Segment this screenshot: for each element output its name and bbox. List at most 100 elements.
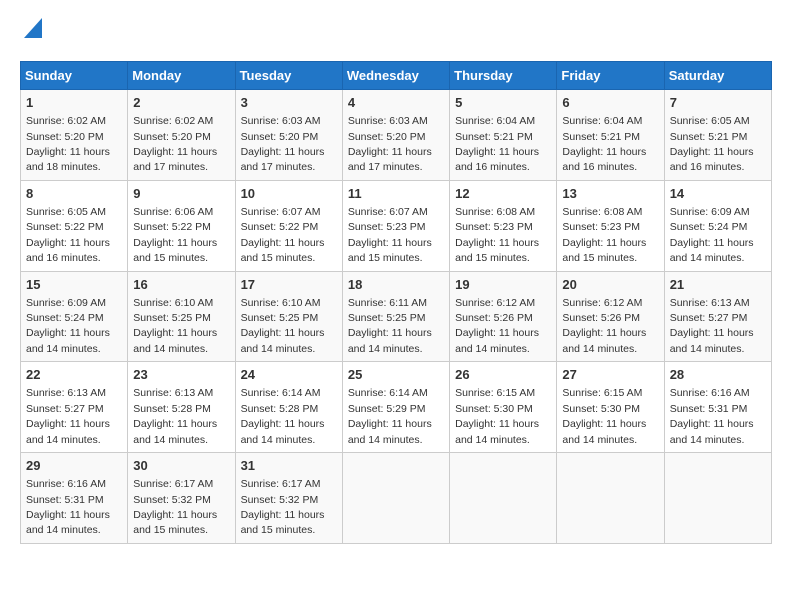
day-number: 20	[562, 276, 658, 294]
day-number: 19	[455, 276, 551, 294]
day-number: 12	[455, 185, 551, 203]
day-detail: Sunrise: 6:10 AMSunset: 5:25 PMDaylight:…	[133, 297, 217, 355]
day-number: 5	[455, 94, 551, 112]
day-number: 14	[670, 185, 766, 203]
day-detail: Sunrise: 6:10 AMSunset: 5:25 PMDaylight:…	[241, 297, 325, 355]
calendar-cell: 18 Sunrise: 6:11 AMSunset: 5:25 PMDaylig…	[342, 271, 449, 362]
calendar-week-4: 22 Sunrise: 6:13 AMSunset: 5:27 PMDaylig…	[21, 362, 772, 453]
day-number: 8	[26, 185, 122, 203]
day-detail: Sunrise: 6:07 AMSunset: 5:23 PMDaylight:…	[348, 206, 432, 264]
day-detail: Sunrise: 6:05 AMSunset: 5:22 PMDaylight:…	[26, 206, 110, 264]
day-detail: Sunrise: 6:07 AMSunset: 5:22 PMDaylight:…	[241, 206, 325, 264]
day-detail: Sunrise: 6:13 AMSunset: 5:27 PMDaylight:…	[26, 387, 110, 445]
calendar-cell: 17 Sunrise: 6:10 AMSunset: 5:25 PMDaylig…	[235, 271, 342, 362]
day-detail: Sunrise: 6:13 AMSunset: 5:27 PMDaylight:…	[670, 297, 754, 355]
calendar-cell: 29 Sunrise: 6:16 AMSunset: 5:31 PMDaylig…	[21, 453, 128, 544]
calendar-cell: 26 Sunrise: 6:15 AMSunset: 5:30 PMDaylig…	[450, 362, 557, 453]
calendar-cell: 19 Sunrise: 6:12 AMSunset: 5:26 PMDaylig…	[450, 271, 557, 362]
day-detail: Sunrise: 6:14 AMSunset: 5:29 PMDaylight:…	[348, 387, 432, 445]
calendar-cell	[450, 453, 557, 544]
calendar-cell: 9 Sunrise: 6:06 AMSunset: 5:22 PMDayligh…	[128, 180, 235, 271]
day-detail: Sunrise: 6:08 AMSunset: 5:23 PMDaylight:…	[562, 206, 646, 264]
day-detail: Sunrise: 6:17 AMSunset: 5:32 PMDaylight:…	[133, 478, 217, 536]
day-number: 28	[670, 366, 766, 384]
day-number: 22	[26, 366, 122, 384]
day-number: 31	[241, 457, 337, 475]
day-number: 6	[562, 94, 658, 112]
day-number: 2	[133, 94, 229, 112]
day-number: 24	[241, 366, 337, 384]
logo-triangle-icon	[24, 18, 42, 38]
calendar-cell: 16 Sunrise: 6:10 AMSunset: 5:25 PMDaylig…	[128, 271, 235, 362]
day-detail: Sunrise: 6:16 AMSunset: 5:31 PMDaylight:…	[26, 478, 110, 536]
column-header-saturday: Saturday	[664, 62, 771, 90]
day-number: 26	[455, 366, 551, 384]
day-number: 16	[133, 276, 229, 294]
calendar-table: SundayMondayTuesdayWednesdayThursdayFrid…	[20, 61, 772, 544]
calendar-cell: 13 Sunrise: 6:08 AMSunset: 5:23 PMDaylig…	[557, 180, 664, 271]
calendar-cell: 6 Sunrise: 6:04 AMSunset: 5:21 PMDayligh…	[557, 90, 664, 181]
calendar-cell: 12 Sunrise: 6:08 AMSunset: 5:23 PMDaylig…	[450, 180, 557, 271]
day-detail: Sunrise: 6:03 AMSunset: 5:20 PMDaylight:…	[241, 115, 325, 173]
day-detail: Sunrise: 6:09 AMSunset: 5:24 PMDaylight:…	[670, 206, 754, 264]
calendar-cell: 15 Sunrise: 6:09 AMSunset: 5:24 PMDaylig…	[21, 271, 128, 362]
day-number: 7	[670, 94, 766, 112]
calendar-cell: 20 Sunrise: 6:12 AMSunset: 5:26 PMDaylig…	[557, 271, 664, 362]
column-header-thursday: Thursday	[450, 62, 557, 90]
day-number: 13	[562, 185, 658, 203]
calendar-cell: 27 Sunrise: 6:15 AMSunset: 5:30 PMDaylig…	[557, 362, 664, 453]
calendar-cell: 10 Sunrise: 6:07 AMSunset: 5:22 PMDaylig…	[235, 180, 342, 271]
calendar-cell: 3 Sunrise: 6:03 AMSunset: 5:20 PMDayligh…	[235, 90, 342, 181]
calendar-cell: 24 Sunrise: 6:14 AMSunset: 5:28 PMDaylig…	[235, 362, 342, 453]
day-number: 15	[26, 276, 122, 294]
day-number: 29	[26, 457, 122, 475]
column-header-sunday: Sunday	[21, 62, 128, 90]
calendar-cell: 7 Sunrise: 6:05 AMSunset: 5:21 PMDayligh…	[664, 90, 771, 181]
day-number: 9	[133, 185, 229, 203]
day-detail: Sunrise: 6:06 AMSunset: 5:22 PMDaylight:…	[133, 206, 217, 264]
calendar-header: SundayMondayTuesdayWednesdayThursdayFrid…	[21, 62, 772, 90]
calendar-cell: 11 Sunrise: 6:07 AMSunset: 5:23 PMDaylig…	[342, 180, 449, 271]
calendar-week-5: 29 Sunrise: 6:16 AMSunset: 5:31 PMDaylig…	[21, 453, 772, 544]
calendar-week-2: 8 Sunrise: 6:05 AMSunset: 5:22 PMDayligh…	[21, 180, 772, 271]
calendar-cell: 2 Sunrise: 6:02 AMSunset: 5:20 PMDayligh…	[128, 90, 235, 181]
day-number: 3	[241, 94, 337, 112]
calendar-cell: 28 Sunrise: 6:16 AMSunset: 5:31 PMDaylig…	[664, 362, 771, 453]
day-detail: Sunrise: 6:05 AMSunset: 5:21 PMDaylight:…	[670, 115, 754, 173]
calendar-cell: 21 Sunrise: 6:13 AMSunset: 5:27 PMDaylig…	[664, 271, 771, 362]
day-detail: Sunrise: 6:02 AMSunset: 5:20 PMDaylight:…	[26, 115, 110, 173]
page-header	[20, 20, 772, 45]
day-number: 17	[241, 276, 337, 294]
day-detail: Sunrise: 6:17 AMSunset: 5:32 PMDaylight:…	[241, 478, 325, 536]
calendar-cell: 31 Sunrise: 6:17 AMSunset: 5:32 PMDaylig…	[235, 453, 342, 544]
day-detail: Sunrise: 6:02 AMSunset: 5:20 PMDaylight:…	[133, 115, 217, 173]
calendar-week-1: 1 Sunrise: 6:02 AMSunset: 5:20 PMDayligh…	[21, 90, 772, 181]
calendar-cell: 25 Sunrise: 6:14 AMSunset: 5:29 PMDaylig…	[342, 362, 449, 453]
column-header-friday: Friday	[557, 62, 664, 90]
calendar-body: 1 Sunrise: 6:02 AMSunset: 5:20 PMDayligh…	[21, 90, 772, 544]
calendar-week-3: 15 Sunrise: 6:09 AMSunset: 5:24 PMDaylig…	[21, 271, 772, 362]
day-detail: Sunrise: 6:03 AMSunset: 5:20 PMDaylight:…	[348, 115, 432, 173]
day-number: 10	[241, 185, 337, 203]
day-detail: Sunrise: 6:08 AMSunset: 5:23 PMDaylight:…	[455, 206, 539, 264]
column-header-tuesday: Tuesday	[235, 62, 342, 90]
day-detail: Sunrise: 6:13 AMSunset: 5:28 PMDaylight:…	[133, 387, 217, 445]
header-row: SundayMondayTuesdayWednesdayThursdayFrid…	[21, 62, 772, 90]
day-detail: Sunrise: 6:12 AMSunset: 5:26 PMDaylight:…	[562, 297, 646, 355]
calendar-cell	[557, 453, 664, 544]
day-detail: Sunrise: 6:04 AMSunset: 5:21 PMDaylight:…	[455, 115, 539, 173]
day-detail: Sunrise: 6:09 AMSunset: 5:24 PMDaylight:…	[26, 297, 110, 355]
day-detail: Sunrise: 6:15 AMSunset: 5:30 PMDaylight:…	[455, 387, 539, 445]
day-detail: Sunrise: 6:14 AMSunset: 5:28 PMDaylight:…	[241, 387, 325, 445]
calendar-cell: 8 Sunrise: 6:05 AMSunset: 5:22 PMDayligh…	[21, 180, 128, 271]
day-number: 1	[26, 94, 122, 112]
day-detail: Sunrise: 6:12 AMSunset: 5:26 PMDaylight:…	[455, 297, 539, 355]
day-detail: Sunrise: 6:11 AMSunset: 5:25 PMDaylight:…	[348, 297, 432, 355]
calendar-cell	[342, 453, 449, 544]
column-header-wednesday: Wednesday	[342, 62, 449, 90]
calendar-cell: 14 Sunrise: 6:09 AMSunset: 5:24 PMDaylig…	[664, 180, 771, 271]
day-number: 18	[348, 276, 444, 294]
day-number: 27	[562, 366, 658, 384]
day-number: 4	[348, 94, 444, 112]
calendar-cell: 30 Sunrise: 6:17 AMSunset: 5:32 PMDaylig…	[128, 453, 235, 544]
